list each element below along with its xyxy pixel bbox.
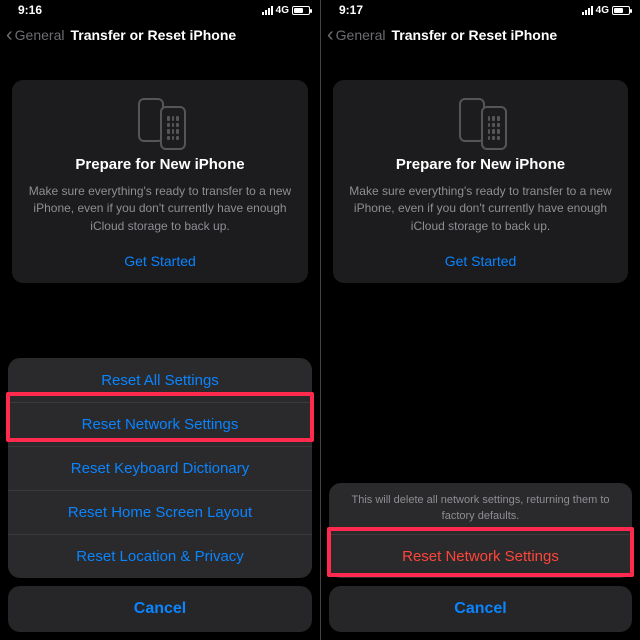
card-body: Make sure everything's ready to transfer…: [26, 183, 294, 235]
card-heading: Prepare for New iPhone: [26, 156, 294, 173]
page-title: Transfer or Reset iPhone: [391, 27, 557, 43]
reset-keyboard-dictionary[interactable]: Reset Keyboard Dictionary: [8, 446, 312, 490]
reset-home-screen-layout[interactable]: Reset Home Screen Layout: [8, 490, 312, 534]
nav-bar: ‹ General Transfer or Reset iPhone: [321, 20, 640, 50]
reset-location-privacy[interactable]: Reset Location & Privacy: [8, 534, 312, 578]
reset-network-settings[interactable]: Reset Network Settings: [8, 402, 312, 446]
confirm-reset-network-settings[interactable]: Reset Network Settings: [329, 534, 632, 578]
status-time: 9:17: [339, 3, 363, 17]
confirm-sheet: This will delete all network settings, r…: [329, 483, 632, 632]
battery-icon: [292, 6, 310, 15]
reset-all-settings[interactable]: Reset All Settings: [8, 358, 312, 402]
status-time: 9:16: [18, 3, 42, 17]
screenshot-left: 9:16 4G ‹ General Transfer or Reset iPho…: [0, 0, 320, 640]
card-heading: Prepare for New iPhone: [347, 156, 614, 173]
phones-icon: [26, 98, 294, 142]
prepare-card: Prepare for New iPhone Make sure everyth…: [333, 80, 628, 283]
get-started-link[interactable]: Get Started: [347, 253, 614, 269]
network-label: 4G: [276, 5, 289, 16]
cancel-button[interactable]: Cancel: [329, 586, 632, 632]
confirm-message: This will delete all network settings, r…: [329, 483, 632, 534]
status-right: 4G: [262, 5, 310, 16]
get-started-link[interactable]: Get Started: [26, 253, 294, 269]
cancel-button[interactable]: Cancel: [8, 586, 312, 632]
back-label[interactable]: General: [336, 27, 386, 43]
signal-icon: [262, 6, 273, 15]
status-bar: 9:16 4G: [0, 0, 320, 20]
nav-bar: ‹ General Transfer or Reset iPhone: [0, 20, 320, 50]
status-right: 4G: [582, 5, 630, 16]
signal-icon: [582, 6, 593, 15]
back-label[interactable]: General: [15, 27, 65, 43]
battery-icon: [612, 6, 630, 15]
page-title: Transfer or Reset iPhone: [70, 27, 236, 43]
network-label: 4G: [596, 5, 609, 16]
reset-options-group: Reset All Settings Reset Network Setting…: [8, 358, 312, 578]
phones-icon: [347, 98, 614, 142]
card-body: Make sure everything's ready to transfer…: [347, 183, 614, 235]
action-sheet: Reset All Settings Reset Network Setting…: [8, 358, 312, 632]
confirm-group: This will delete all network settings, r…: [329, 483, 632, 578]
prepare-card: Prepare for New iPhone Make sure everyth…: [12, 80, 308, 283]
screenshot-right: 9:17 4G ‹ General Transfer or Reset iPho…: [320, 0, 640, 640]
status-bar: 9:17 4G: [321, 0, 640, 20]
